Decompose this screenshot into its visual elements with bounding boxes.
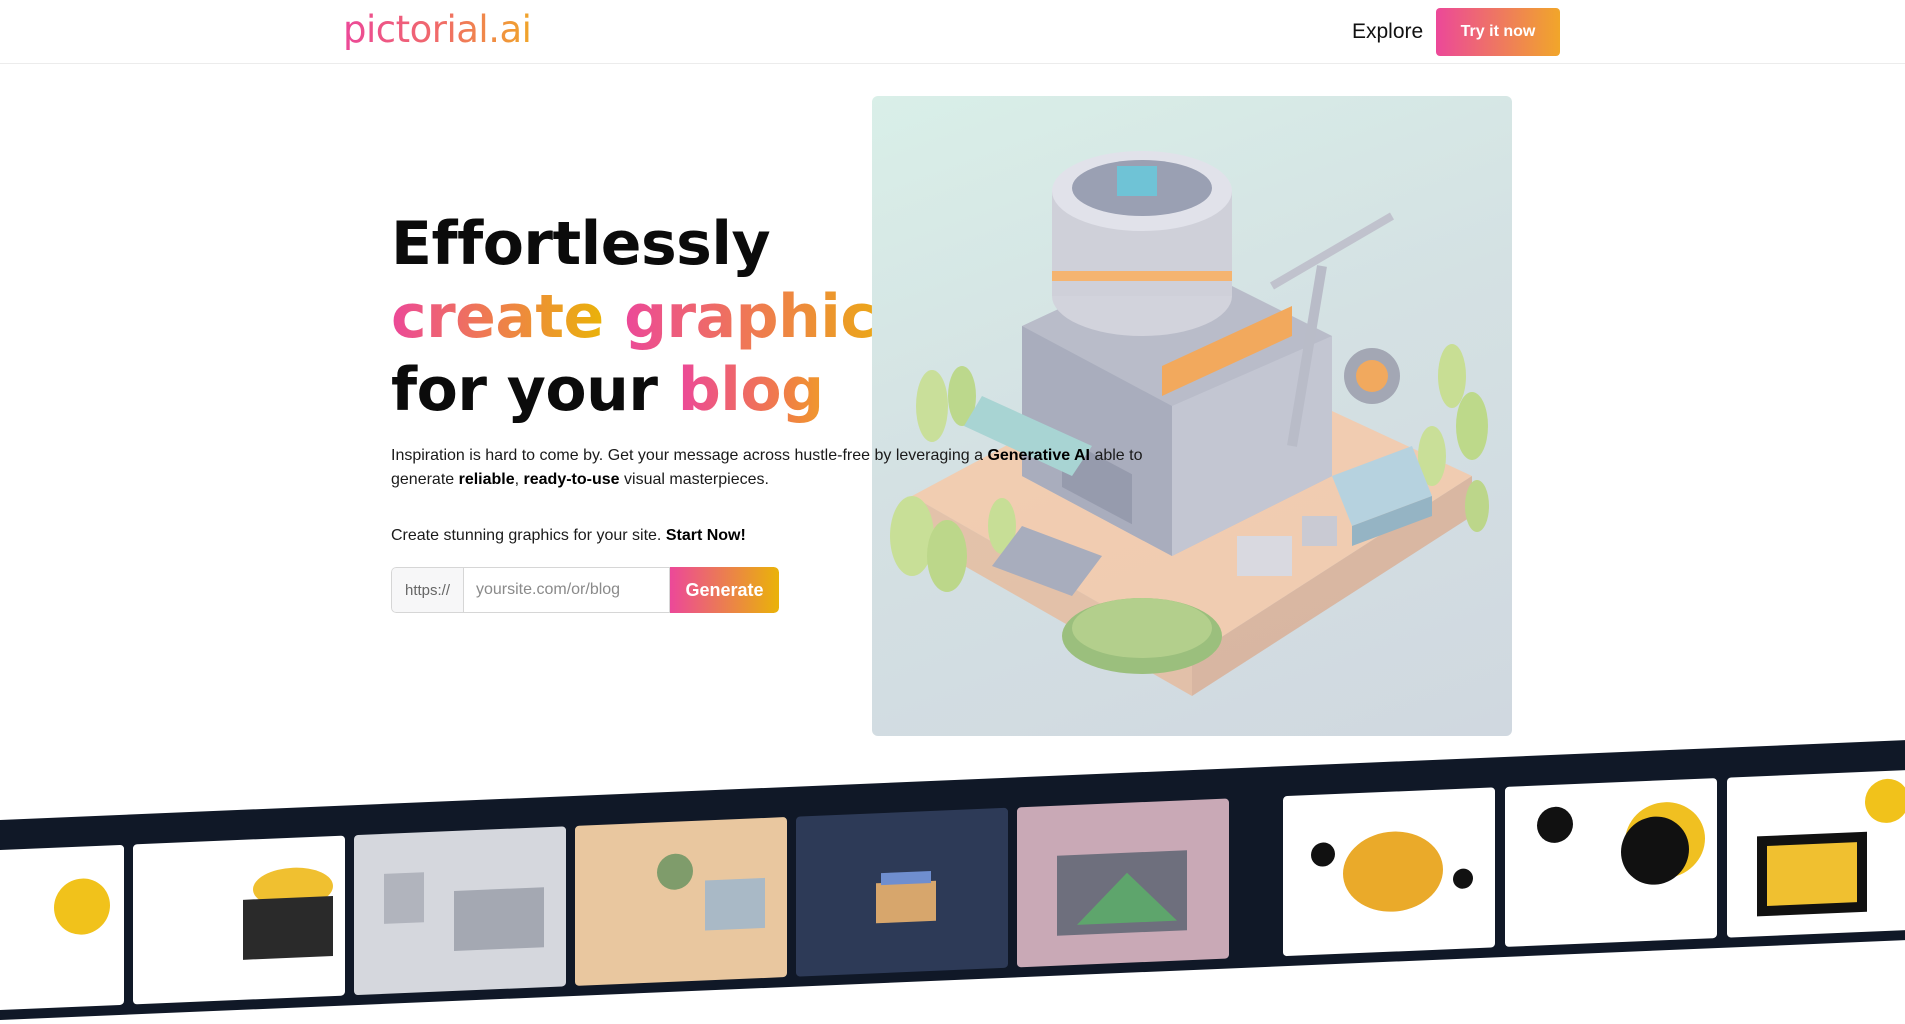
- gallery-tile[interactable]: [1505, 778, 1717, 947]
- gallery-tile[interactable]: [1017, 798, 1229, 968]
- hero-illustration: [872, 96, 1512, 736]
- logo[interactable]: pictorial.ai: [343, 6, 532, 54]
- desc-bold-reliable: reliable: [458, 471, 515, 488]
- hero-title-for-your: for your: [391, 355, 658, 425]
- gallery-tile[interactable]: [1727, 768, 1905, 938]
- desc-text-3: ,: [514, 471, 524, 488]
- try-it-now-button[interactable]: Try it now: [1436, 8, 1560, 56]
- desc-text-1: Inspiration is hard to come by. Get your…: [391, 447, 988, 464]
- desk-lamp-icon: [657, 853, 765, 931]
- yellow-blob-icon: [1311, 831, 1473, 912]
- gallery-tile[interactable]: [1283, 787, 1495, 957]
- books-icon: [876, 870, 936, 924]
- gallery-strip: [0, 740, 1905, 1020]
- monitor-icon: [1057, 850, 1187, 936]
- url-input[interactable]: [463, 567, 670, 613]
- black-ink-splash-icon: [1537, 802, 1705, 885]
- gallery-tile[interactable]: [575, 817, 787, 986]
- gallery-tile[interactable]: [796, 807, 1008, 977]
- url-form: https:// Generate: [391, 567, 779, 613]
- gallery-tile[interactable]: [0, 844, 124, 1014]
- hero-title-graphics: graphics: [624, 282, 911, 352]
- url-prefix: https://: [391, 567, 463, 613]
- laptop-splash-icon: [243, 867, 333, 960]
- cta-text: Create stunning graphics for your site.: [391, 527, 666, 544]
- isometric-building-illustration-icon: [890, 151, 1489, 696]
- hero-title: Effortlessly create graphics for your bl…: [391, 208, 911, 427]
- desc-text-4: visual masterpieces.: [619, 471, 769, 488]
- gallery-tile[interactable]: [354, 826, 566, 996]
- generate-button[interactable]: Generate: [670, 567, 779, 613]
- office-room-icon: [384, 872, 544, 951]
- framed-splash-icon: [1757, 778, 1905, 917]
- desc-bold-ready-to-use: ready-to-use: [523, 471, 620, 488]
- nav-link-explore[interactable]: Explore: [1352, 18, 1423, 46]
- cta-bold-start-now: Start Now!: [665, 527, 746, 544]
- hero-title-create: create: [391, 282, 604, 352]
- desc-bold-generative-ai: Generative AI: [987, 447, 1090, 464]
- gallery-tile[interactable]: [133, 835, 345, 1005]
- hero-title-blog: blog: [677, 355, 824, 425]
- hero-cta-text: Create stunning graphics for your site. …: [391, 524, 746, 548]
- hero-title-line1: Effortlessly: [391, 209, 771, 279]
- site-header: pictorial.ai Explore Try it now: [0, 0, 1905, 64]
- yellow-splash-icon: [54, 878, 110, 935]
- hero-description: Inspiration is hard to come by. Get your…: [391, 444, 1151, 492]
